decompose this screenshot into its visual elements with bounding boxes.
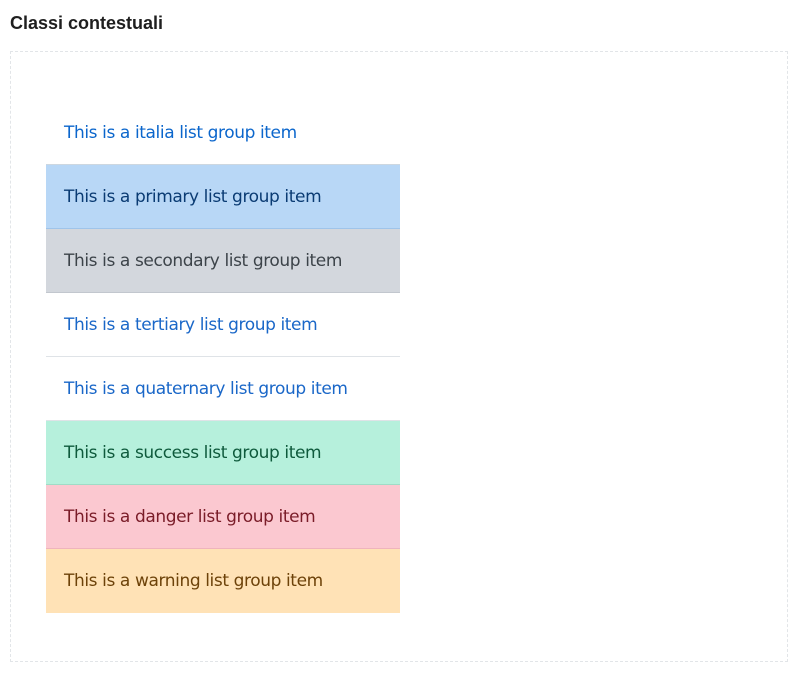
list-item-quaternary: This is a quaternary list group item: [46, 357, 400, 421]
list-item-italia: This is a italia list group item: [46, 101, 400, 165]
list-item-tertiary: This is a tertiary list group item: [46, 293, 400, 357]
list-item-primary: This is a primary list group item: [46, 165, 400, 229]
contextual-list-group: This is a italia list group item This is…: [46, 101, 400, 613]
page-title: Classi contestuali: [10, 13, 164, 33]
list-item-secondary: This is a secondary list group item: [46, 229, 400, 293]
list-item-success: This is a success list group item: [46, 421, 400, 485]
list-item-danger: This is a danger list group item: [46, 485, 400, 549]
list-item-warning: This is a warning list group item: [46, 549, 400, 613]
